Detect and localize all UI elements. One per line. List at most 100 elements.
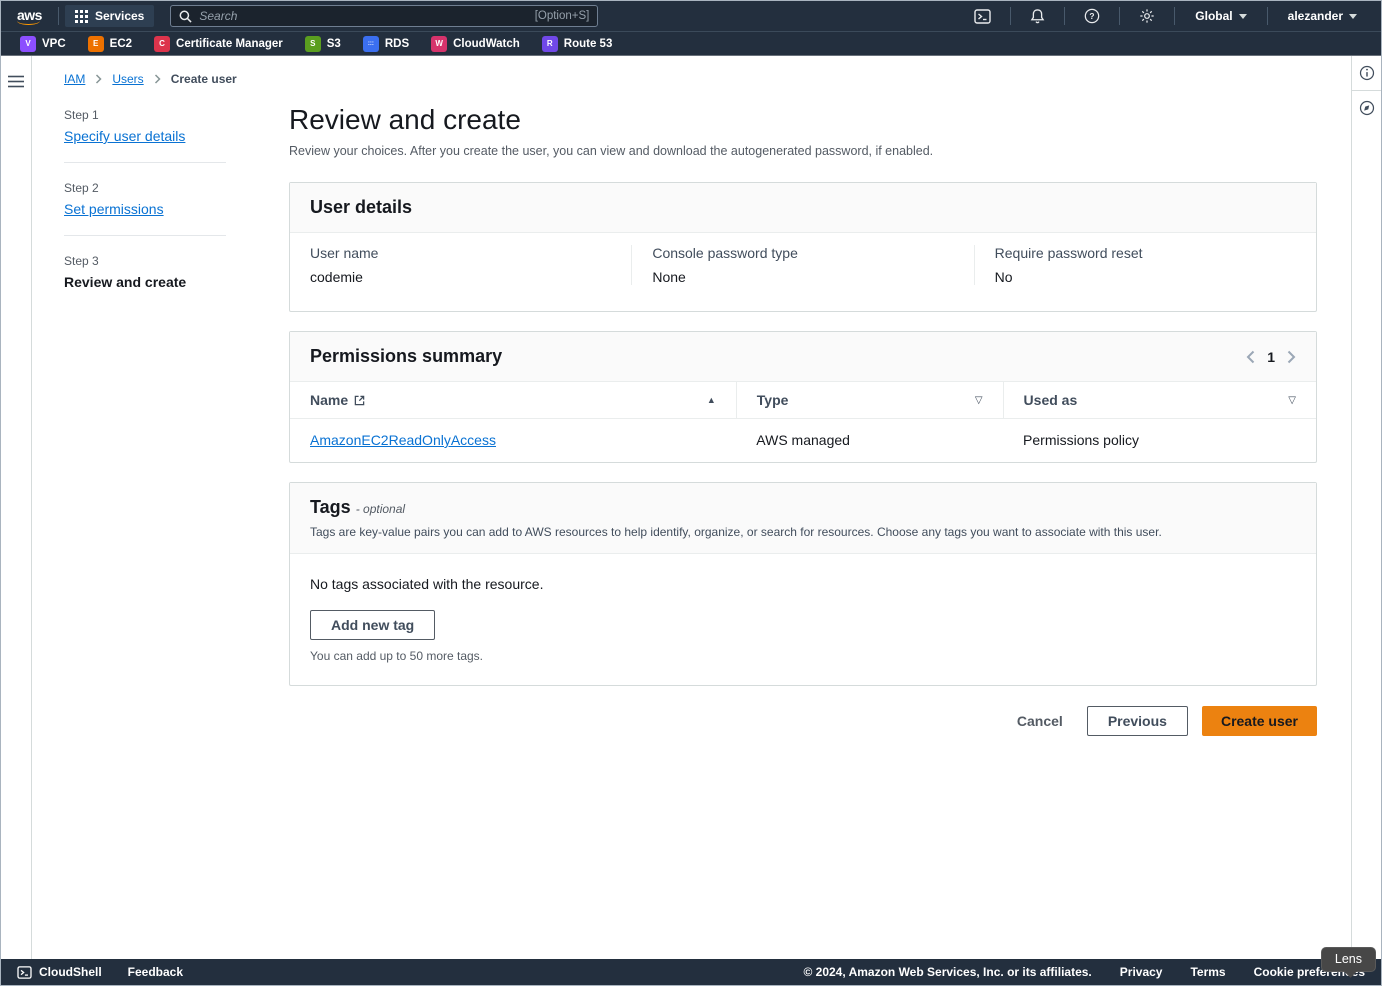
region-selector[interactable]: Global (1181, 9, 1260, 23)
create-user-button[interactable]: Create user (1202, 706, 1317, 736)
cancel-button[interactable]: Cancel (1017, 713, 1063, 729)
field-label: Console password type (652, 245, 953, 261)
tags-limit-message: You can add up to 50 more tags. (310, 649, 1296, 663)
footer-bar: CloudShell Feedback © 2024, Amazon Web S… (1, 959, 1381, 985)
policy-link[interactable]: AmazonEC2ReadOnlyAccess (310, 432, 496, 448)
info-panel-button[interactable] (1352, 56, 1381, 90)
column-header-name[interactable]: Name ▲ (290, 382, 736, 419)
tags-header: Tags - optional Tags are key-value pairs… (290, 483, 1316, 554)
favorite-cloudwatch[interactable]: W CloudWatch (422, 36, 529, 52)
services-grid-icon (75, 10, 88, 23)
column-label: Used as (1024, 392, 1078, 408)
settings-gear-button[interactable] (1126, 8, 1168, 24)
permissions-summary-title: Permissions summary (310, 346, 502, 367)
app-frame: IAM Users Create user Step 1 Specify use… (1, 56, 1381, 960)
nav-divider (58, 7, 59, 25)
user-details-panel: User details User name codemie Console p… (289, 182, 1317, 312)
sort-ascending-icon[interactable]: ▲ (707, 395, 716, 405)
cloudwatch-service-icon: W (431, 36, 447, 52)
step-divider (64, 162, 226, 163)
global-search[interactable]: [Option+S] (170, 5, 598, 27)
terms-link[interactable]: Terms (1190, 965, 1225, 979)
favorite-label: CloudWatch (453, 38, 520, 50)
favorite-label: RDS (385, 38, 409, 50)
column-header-used-as[interactable]: Used as ▽ (1003, 382, 1316, 419)
filter-icon[interactable]: ▽ (975, 395, 983, 406)
pagination-current-page[interactable]: 1 (1267, 349, 1275, 365)
region-label: Global (1195, 9, 1232, 23)
favorite-label: S3 (327, 38, 341, 50)
right-rail (1351, 56, 1381, 960)
aws-logo[interactable]: aws (13, 7, 52, 25)
permissions-summary-header: Permissions summary 1 (290, 332, 1316, 382)
previous-button[interactable]: Previous (1087, 706, 1188, 736)
cloudshell-label: CloudShell (39, 965, 102, 979)
favorite-label: Route 53 (564, 38, 613, 50)
tags-description: Tags are key-value pairs you can add to … (310, 525, 1296, 539)
filter-icon[interactable]: ▽ (1288, 395, 1296, 406)
left-rail (1, 56, 32, 960)
console-password-type-field: Console password type None (631, 245, 973, 285)
wizard-actions: Cancel Previous Create user (289, 706, 1317, 736)
favorite-s3[interactable]: S S3 (296, 36, 350, 52)
step-divider (64, 235, 226, 236)
step-number: Step 3 (64, 254, 226, 268)
chevron-down-icon (1239, 14, 1247, 19)
pagination: 1 (1246, 349, 1296, 365)
rds-service-icon: ::: (363, 36, 379, 52)
chevron-down-icon (1349, 14, 1357, 19)
user-name-field: User name codemie (290, 245, 631, 285)
resource-explorer-button[interactable] (1352, 91, 1381, 125)
notifications-bell-button[interactable] (1017, 8, 1058, 24)
route53-service-icon: R (542, 36, 558, 52)
copyright-text: © 2024, Amazon Web Services, Inc. or its… (803, 965, 1091, 979)
table-row: AmazonEC2ReadOnlyAccess AWS managed Perm… (290, 419, 1316, 463)
breadcrumb-chevron-icon (154, 74, 161, 84)
favorite-route53[interactable]: R Route 53 (533, 36, 622, 52)
search-input[interactable] (199, 9, 527, 23)
pagination-next-button[interactable] (1287, 350, 1296, 364)
page-subtitle: Review your choices. After you create th… (289, 144, 1317, 158)
page-title: Review and create (289, 104, 1317, 136)
cloudshell-button[interactable] (961, 9, 1004, 24)
field-label: Require password reset (995, 245, 1296, 261)
help-button[interactable]: ? (1071, 8, 1113, 24)
nav-divider (1010, 7, 1011, 25)
step-number: Step 2 (64, 181, 226, 195)
step-link-specify-user-details[interactable]: Specify user details (64, 128, 226, 144)
favorite-label: EC2 (110, 38, 132, 50)
favorite-certificate-manager[interactable]: C Certificate Manager (145, 36, 292, 52)
top-navigation-bar: aws Services [Option+S] (1, 1, 1381, 31)
nav-divider (1267, 7, 1268, 25)
vpc-service-icon: V (20, 36, 36, 52)
column-header-type[interactable]: Type ▽ (736, 382, 1003, 419)
favorite-rds[interactable]: ::: RDS (354, 36, 418, 52)
add-new-tag-button[interactable]: Add new tag (310, 610, 435, 640)
column-label: Name (310, 392, 348, 408)
privacy-link[interactable]: Privacy (1120, 965, 1163, 979)
lens-button[interactable]: Lens (1321, 947, 1376, 972)
step-number: Step 1 (64, 108, 226, 122)
pagination-previous-button[interactable] (1246, 350, 1255, 364)
user-details-header: User details (290, 183, 1316, 233)
step-current-review-and-create: Review and create (64, 274, 226, 290)
tags-optional-label: - optional (356, 502, 405, 516)
svg-text:?: ? (1090, 11, 1095, 21)
favorite-label: VPC (42, 38, 66, 50)
breadcrumb-iam-link[interactable]: IAM (64, 72, 85, 86)
field-value: None (652, 269, 953, 285)
favorite-vpc[interactable]: V VPC (11, 36, 75, 52)
hamburger-menu-button[interactable] (1, 64, 31, 98)
permissions-summary-panel: Permissions summary 1 (289, 331, 1317, 463)
breadcrumb-users-link[interactable]: Users (112, 72, 143, 86)
permissions-table: Name ▲ (290, 382, 1316, 462)
favorite-ec2[interactable]: E EC2 (79, 36, 141, 52)
feedback-button[interactable]: Feedback (128, 965, 183, 979)
step-link-set-permissions[interactable]: Set permissions (64, 201, 226, 217)
account-menu[interactable]: alezander (1274, 9, 1371, 23)
cloudshell-footer-button[interactable]: CloudShell (17, 965, 102, 979)
services-menu-button[interactable]: Services (65, 5, 154, 27)
user-details-title: User details (310, 197, 412, 217)
field-value: codemie (310, 269, 611, 285)
require-password-reset-field: Require password reset No (974, 245, 1316, 285)
